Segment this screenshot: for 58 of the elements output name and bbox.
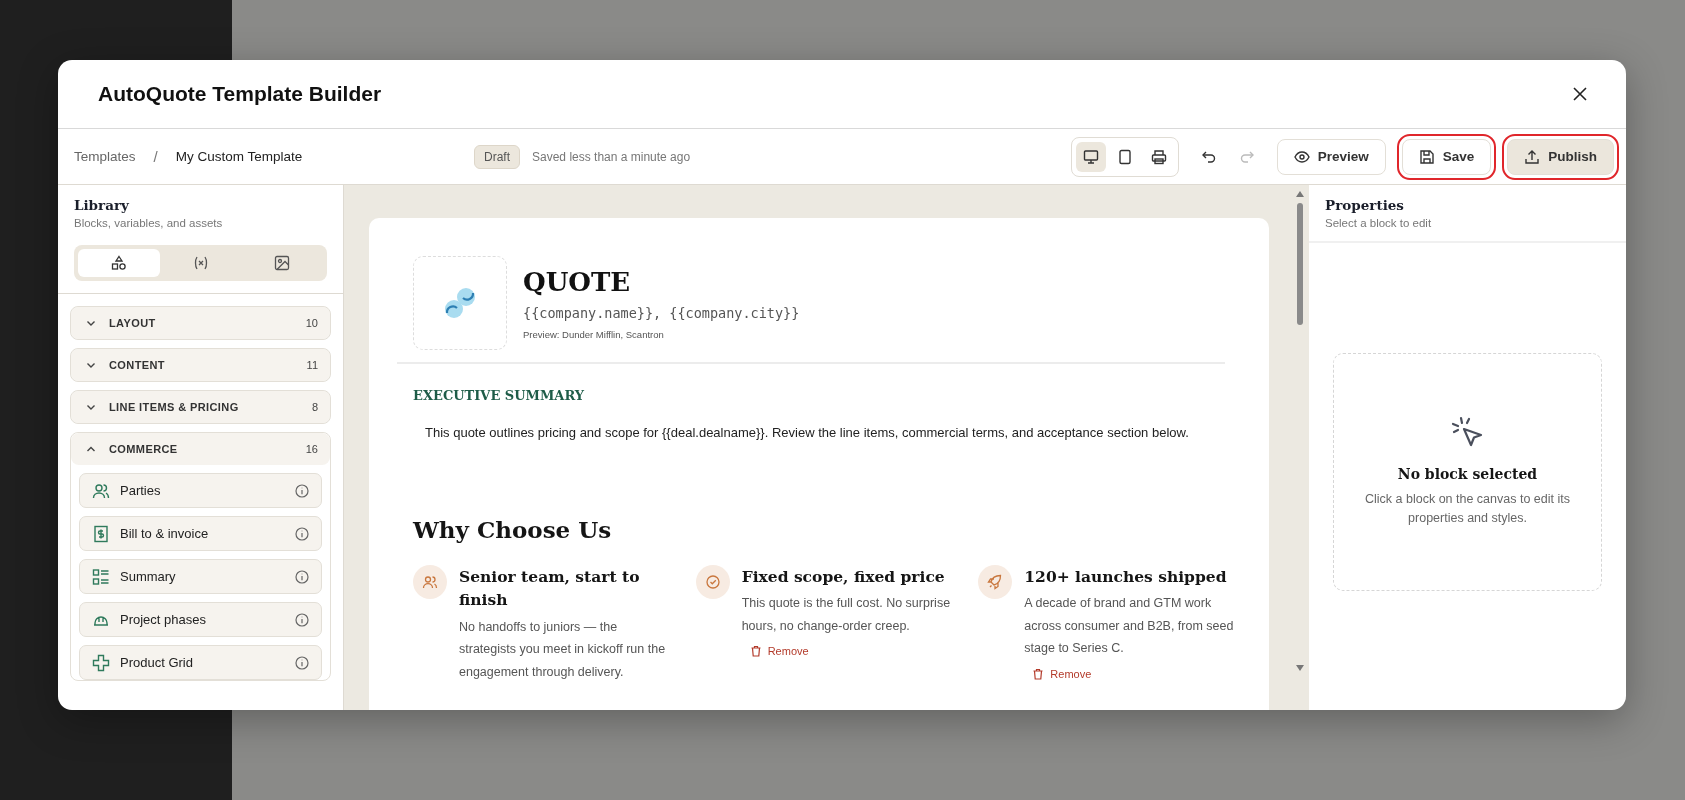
block-item[interactable]: Product Grid [79, 645, 322, 680]
breadcrumb-link[interactable]: Templates [74, 149, 136, 164]
trash-icon [1032, 667, 1045, 680]
section-heading: Why Choose Us [413, 516, 613, 543]
plus-outline-icon [92, 653, 110, 672]
feature-description: A decade of brand and GTM work across consumer and B2B, from seed stage to Series C. [1024, 595, 1235, 658]
block-item[interactable]: Parties [79, 473, 322, 508]
rocket-icon [978, 565, 1013, 599]
saved-status: Saved less than a minute ago [532, 149, 691, 164]
summary-paragraph: This quote outlines pricing and scope for {{deal.dealname}}. Review the line items, commercial terms, and acceptance section below. [425, 425, 1190, 440]
feature-title: 120+ launches shipped [1024, 566, 1228, 588]
feature-title: Fixed scope, fixed price [741, 566, 946, 588]
block-item[interactable]: Bill to & invoice [79, 516, 322, 551]
dollar-receipt-icon [92, 524, 110, 543]
info-icon[interactable] [295, 612, 309, 627]
empty-state-text: Click a block on the canvas to edit its properties and styles. [1364, 490, 1571, 527]
empty-state-title: No block selected [1397, 465, 1538, 482]
company-variables: {{company.name}}, {{company.city}} [523, 304, 800, 321]
remove-button[interactable]: Remove [741, 641, 817, 662]
tablet-icon [1116, 148, 1133, 165]
breadcrumb-separator: / [153, 148, 158, 165]
info-icon[interactable] [295, 483, 309, 498]
desktop-view-button[interactable] [1075, 141, 1106, 172]
shapes-icon [110, 255, 127, 271]
check-circle-icon [695, 565, 730, 599]
breadcrumb-link[interactable]: My Custom Template [175, 149, 303, 164]
close-icon[interactable] [1572, 86, 1588, 102]
feature-description: This quote is the full cost. No surprise hours, no change-order creep. [741, 595, 952, 635]
list-icon [92, 567, 110, 586]
eye-icon [1293, 148, 1310, 165]
people-icon [92, 481, 110, 500]
category-header[interactable]: COMMERCE 16 [71, 433, 330, 465]
feature-description: No handoffs to juniors — the strategists you meet in kickoff run the engagement through delivery. [459, 618, 667, 681]
upload-icon [1524, 148, 1541, 165]
print-icon [1150, 148, 1167, 165]
block-item[interactable]: Summary [79, 559, 322, 594]
info-icon[interactable] [295, 569, 309, 584]
people-icon [413, 565, 447, 599]
info-icon[interactable] [295, 655, 309, 670]
library-subtitle: Blocks, variables, and assets [74, 217, 224, 229]
draft-badge: Draft [474, 144, 520, 169]
info-icon[interactable] [295, 526, 309, 541]
image-icon [274, 255, 291, 271]
remove-button[interactable]: Remove [1024, 663, 1100, 684]
section-heading: EXECUTIVE SUMMARY [413, 388, 586, 403]
variable-icon [192, 255, 209, 271]
feature-title: Senior team, start to finish [459, 566, 641, 612]
modal-title: AutoQuote Template Builder [98, 82, 382, 106]
properties-title: Properties [1325, 197, 1405, 213]
block-item[interactable]: Project phases [79, 602, 322, 637]
blocks-tab[interactable] [78, 249, 160, 277]
preview-button[interactable]: Preview [1276, 138, 1386, 175]
properties-subtitle: Select a block to edit [1325, 217, 1433, 229]
monitor-icon [1082, 148, 1099, 165]
library-title: Library [74, 197, 130, 213]
trash-icon [749, 645, 762, 658]
preview-note: Preview: Dunder Mifflin, Scantron [523, 328, 665, 340]
quote-title: QUOTE [523, 266, 632, 297]
